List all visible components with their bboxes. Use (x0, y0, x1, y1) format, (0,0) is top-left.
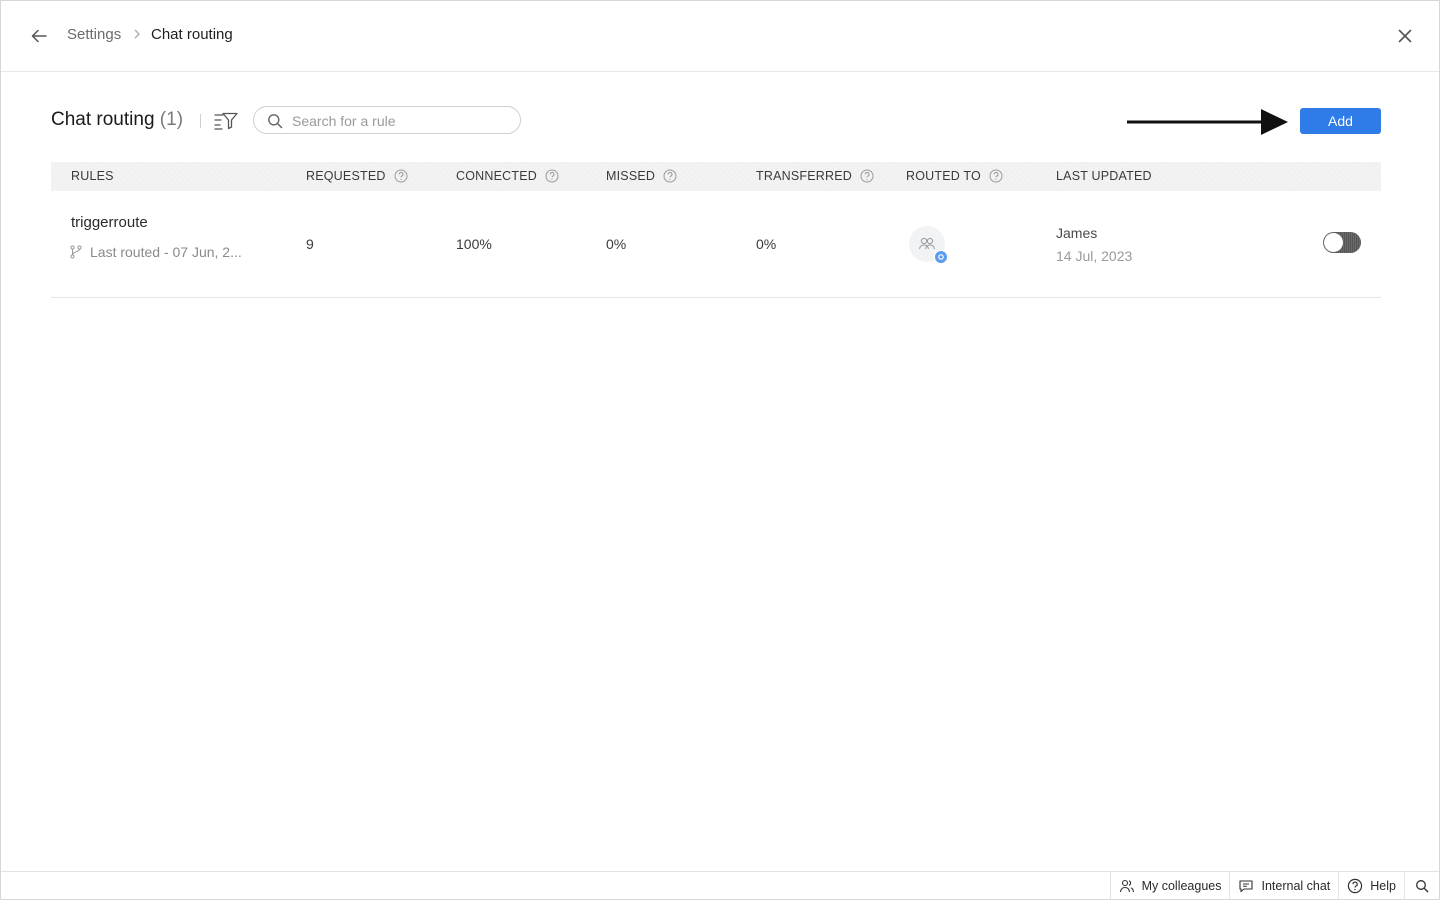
chevron-right-icon (133, 28, 141, 40)
search-icon (1416, 879, 1429, 892)
top-bar: Settings Chat routing (1, 1, 1439, 72)
footer-items: My colleagues Internal chat Help (1109, 872, 1439, 899)
question-circle-icon[interactable] (663, 169, 677, 183)
search-box (253, 106, 521, 134)
transferred-value: 0% (756, 236, 777, 252)
page-title-text: Chat routing (51, 109, 155, 130)
arrow-left-icon (31, 29, 47, 43)
last-routed: Last routed - 07 Jun, 2... (69, 244, 242, 260)
question-circle-icon[interactable] (545, 169, 559, 183)
column-header-transferred: TRANSFERRED (756, 169, 874, 183)
close-button[interactable] (1393, 24, 1417, 48)
help-circle-icon (1347, 878, 1363, 894)
question-circle-icon[interactable] (989, 169, 1003, 183)
connected-value: 100% (456, 236, 492, 252)
updated-by: James (1056, 225, 1098, 241)
close-icon (1398, 29, 1412, 43)
filter-icon (214, 112, 238, 130)
table-row[interactable]: triggerroute Last routed - 07 Jun, 2... … (51, 192, 1381, 298)
internal-chat-button[interactable]: Internal chat (1229, 872, 1338, 899)
last-routed-text: Last routed - 07 Jun, 2... (90, 244, 242, 260)
search-input[interactable] (290, 110, 514, 132)
back-button[interactable] (27, 24, 51, 48)
column-label: REQUESTED (306, 169, 386, 183)
question-circle-icon[interactable] (394, 169, 408, 183)
breadcrumb-settings[interactable]: Settings (67, 26, 121, 43)
rule-count: (1) (159, 109, 184, 130)
title-divider (200, 114, 201, 128)
question-circle-icon[interactable] (860, 169, 874, 183)
rule-enable-toggle[interactable] (1323, 232, 1361, 253)
column-label: CONNECTED (456, 169, 537, 183)
global-search-button[interactable] (1404, 872, 1439, 899)
filter-button[interactable] (213, 109, 239, 133)
column-label: MISSED (606, 169, 656, 183)
column-header-requested: REQUESTED (306, 169, 408, 183)
table-header: RULES REQUESTED CONNECTED MISSED TRANSFE… (51, 162, 1381, 191)
column-header-last-updated: LAST UPDATED (1056, 169, 1152, 183)
my-colleagues-button[interactable]: My colleagues (1109, 872, 1230, 899)
column-header-rules: RULES (71, 169, 114, 183)
chat-bubble-icon (1238, 878, 1254, 894)
column-label: TRANSFERRED (756, 169, 852, 183)
route-branch-icon (69, 245, 83, 259)
footer-bar: My colleagues Internal chat Help (1, 871, 1439, 899)
requested-value: 9 (306, 236, 314, 252)
help-label: Help (1370, 878, 1396, 893)
internal-chat-label: Internal chat (1261, 878, 1331, 893)
search-icon (268, 114, 283, 129)
arrow-right-icon (1127, 109, 1288, 135)
rule-name[interactable]: triggerroute (71, 214, 148, 231)
my-colleagues-label: My colleagues (1141, 878, 1222, 893)
updated-on: 14 Jul, 2023 (1056, 248, 1133, 264)
page-title: Chat routing (1) (51, 109, 183, 131)
gear-badge-icon (934, 250, 948, 264)
column-label: RULES (71, 169, 114, 183)
settings-window: Settings Chat routing Chat routing (1) S… (0, 0, 1440, 900)
column-label: LAST UPDATED (1056, 169, 1152, 183)
add-button[interactable]: Add (1300, 108, 1381, 134)
help-button[interactable]: Help (1338, 872, 1404, 899)
column-header-routed-to: ROUTED TO (906, 169, 1003, 183)
users-icon (1119, 878, 1135, 894)
missed-value: 0% (606, 236, 627, 252)
column-header-missed: MISSED (606, 169, 677, 183)
breadcrumb-current: Chat routing (151, 26, 233, 43)
column-label: ROUTED TO (906, 169, 981, 183)
toggle-knob (1324, 233, 1343, 252)
column-header-connected: CONNECTED (456, 169, 559, 183)
